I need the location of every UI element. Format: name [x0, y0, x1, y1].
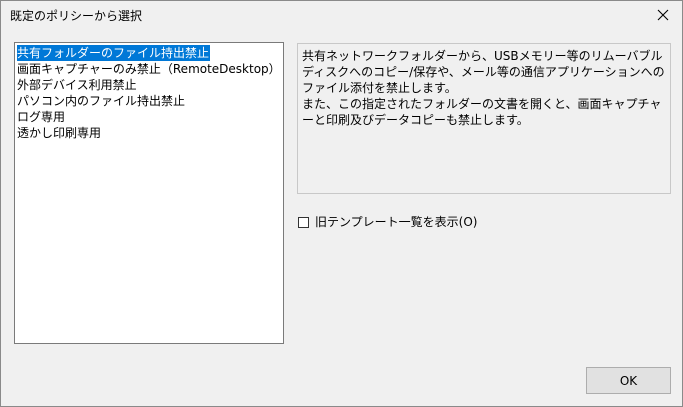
policy-select-dialog: 既定のポリシーから選択 共有フォルダーのファイル持出禁止 画面キャプチャーのみ禁… [0, 0, 683, 407]
ok-button[interactable]: OK [586, 367, 671, 394]
close-button[interactable] [648, 3, 678, 27]
policy-item-label: 透かし印刷専用 [17, 126, 102, 140]
policy-item[interactable]: 共有フォルダーのファイル持出禁止 [15, 45, 283, 61]
policy-item-label: 画面キャプチャーのみ禁止（RemoteDesktop） [17, 62, 281, 76]
policy-item[interactable]: 透かし印刷専用 [15, 125, 283, 141]
policy-item-label: パソコン内のファイル持出禁止 [17, 94, 186, 108]
legacy-templates-label: 旧テンプレート一覧を表示(O) [315, 215, 478, 229]
description-line: 共有ネットワークフォルダーから、USBメモリー等のリムーバブルディスクへのコピー… [302, 49, 665, 95]
policy-item[interactable]: ログ専用 [15, 109, 283, 125]
policy-item-label: 外部デバイス利用禁止 [17, 78, 137, 92]
policy-description: 共有ネットワークフォルダーから、USBメモリー等のリムーバブルディスクへのコピー… [297, 43, 671, 194]
policy-item-label: ログ専用 [17, 110, 66, 124]
policy-listbox[interactable]: 共有フォルダーのファイル持出禁止 画面キャプチャーのみ禁止（RemoteDesk… [14, 42, 284, 344]
policy-item[interactable]: 画面キャプチャーのみ禁止（RemoteDesktop） [15, 61, 283, 77]
legacy-templates-option[interactable]: 旧テンプレート一覧を表示(O) [298, 214, 477, 230]
dialog-title: 既定のポリシーから選択 [10, 9, 143, 23]
policy-item[interactable]: 外部デバイス利用禁止 [15, 77, 283, 93]
policy-item[interactable]: パソコン内のファイル持出禁止 [15, 93, 283, 109]
description-line: また、この指定されたフォルダーの文書を開くと、画面キャプチャーと印刷及びデータコ… [302, 97, 662, 127]
legacy-templates-checkbox[interactable] [298, 216, 309, 228]
close-icon [657, 9, 669, 21]
policy-item-label: 共有フォルダーのファイル持出禁止 [17, 45, 211, 61]
